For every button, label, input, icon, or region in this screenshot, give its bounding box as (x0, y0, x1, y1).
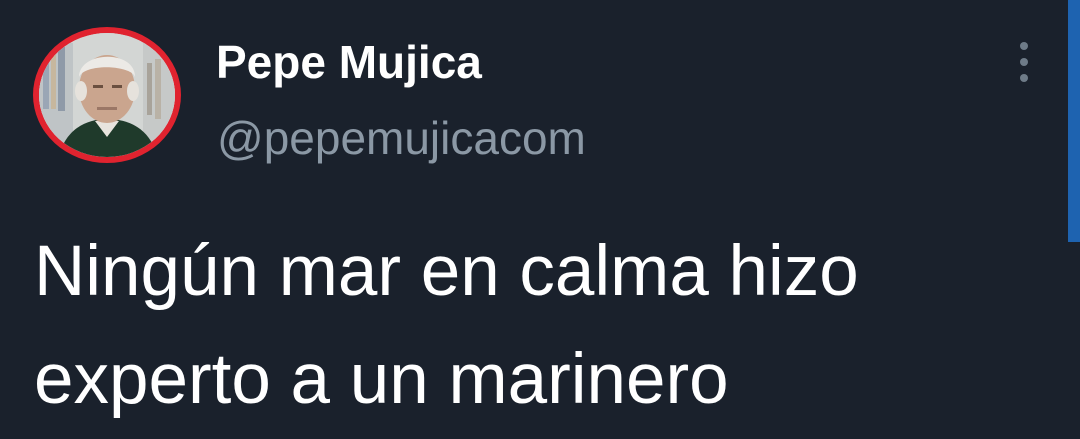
more-options-button[interactable] (1008, 38, 1040, 86)
user-handle[interactable]: @pepemujicacom (217, 111, 586, 165)
ellipsis-dot (1020, 42, 1028, 50)
ellipsis-dot (1020, 74, 1028, 82)
display-name[interactable]: Pepe Mujica (216, 36, 482, 88)
tweet-text: Ningún mar en calma hizo experto a un ma… (34, 232, 859, 419)
avatar[interactable] (33, 27, 181, 163)
profile-photo-icon (39, 33, 175, 157)
scrollbar[interactable] (1068, 0, 1080, 242)
ellipsis-dot (1020, 58, 1028, 66)
tweet-card: Pepe Mujica @pepemujicacom Ningún mar en… (0, 0, 1080, 439)
